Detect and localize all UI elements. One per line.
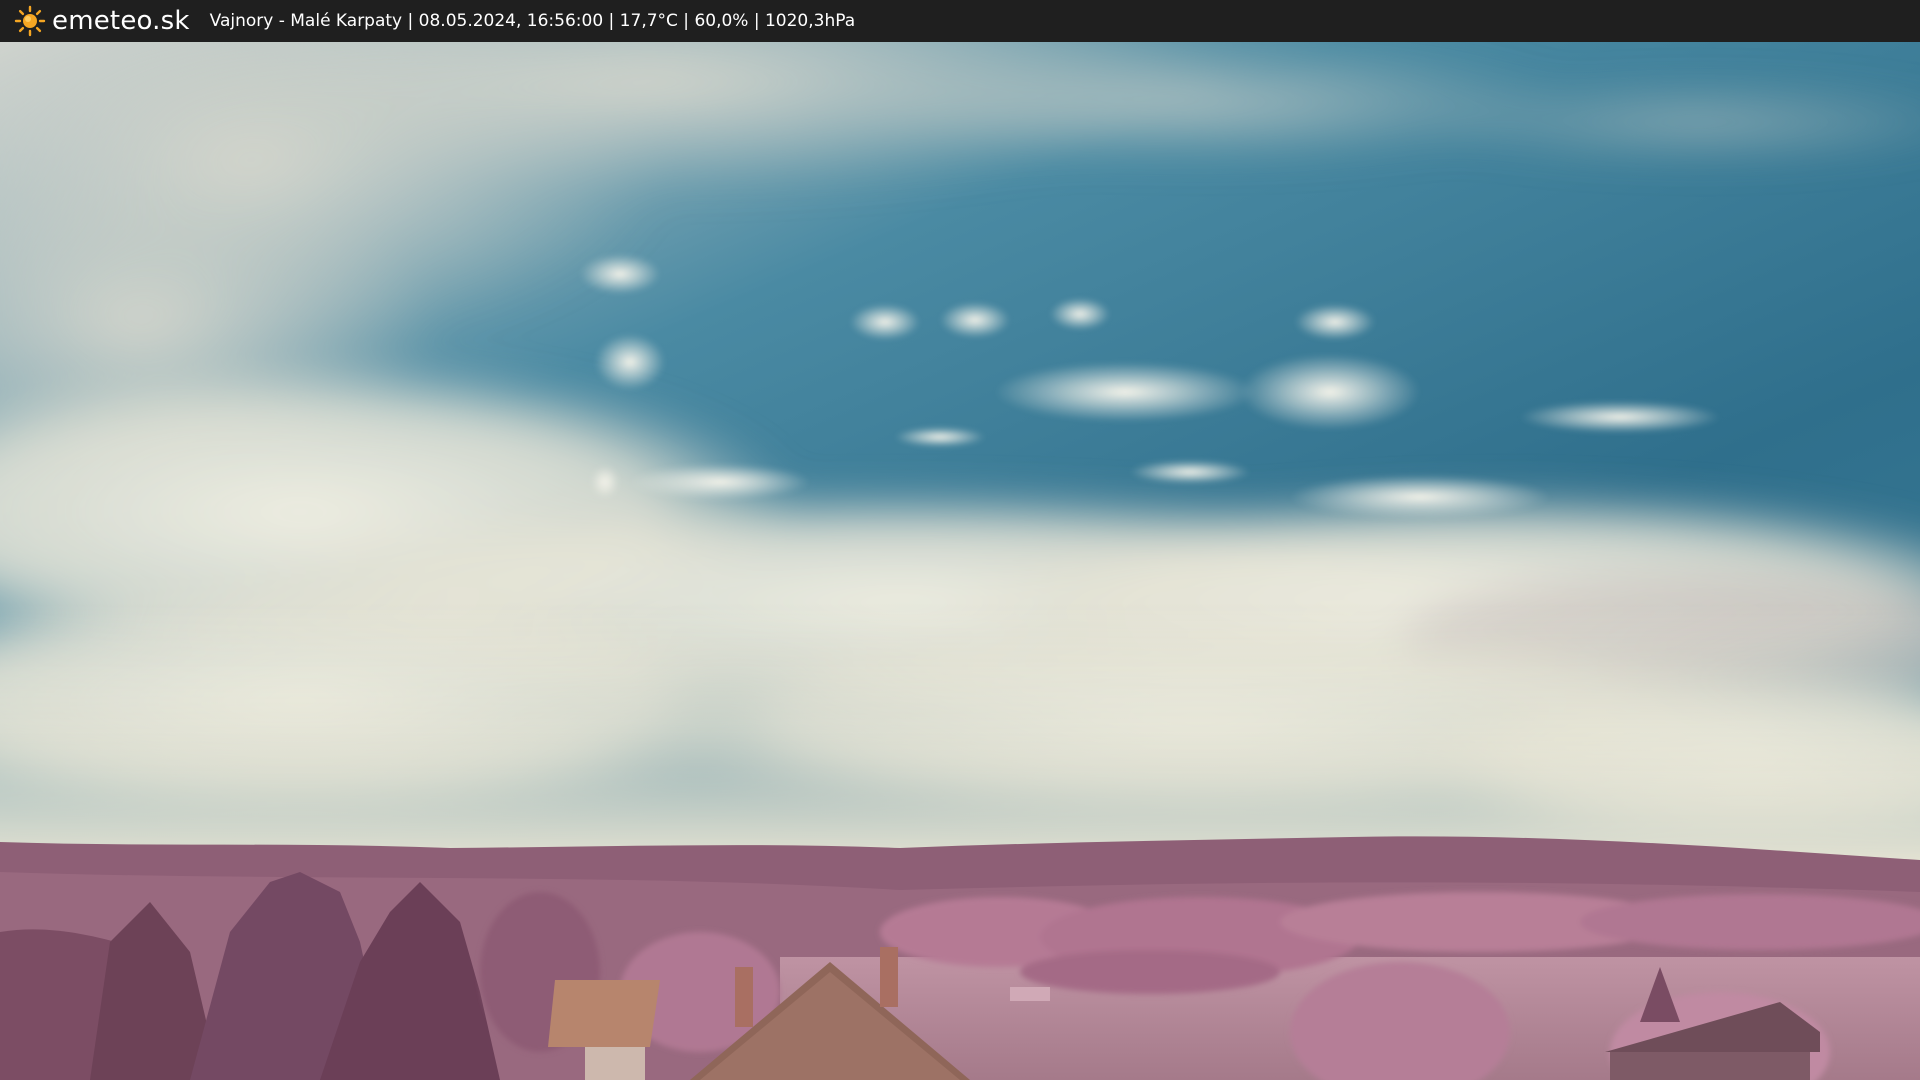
brand-name: emeteo.sk: [52, 6, 190, 36]
top-info-bar: emeteo.sk Vajnory - Malé Karpaty | 08.05…: [0, 0, 1920, 42]
weather-info: Vajnory - Malé Karpaty | 08.05.2024, 16:…: [209, 11, 856, 31]
webcam-image: [0, 42, 1920, 1080]
sun-icon: [14, 5, 46, 37]
logo[interactable]: emeteo.sk: [14, 5, 190, 37]
